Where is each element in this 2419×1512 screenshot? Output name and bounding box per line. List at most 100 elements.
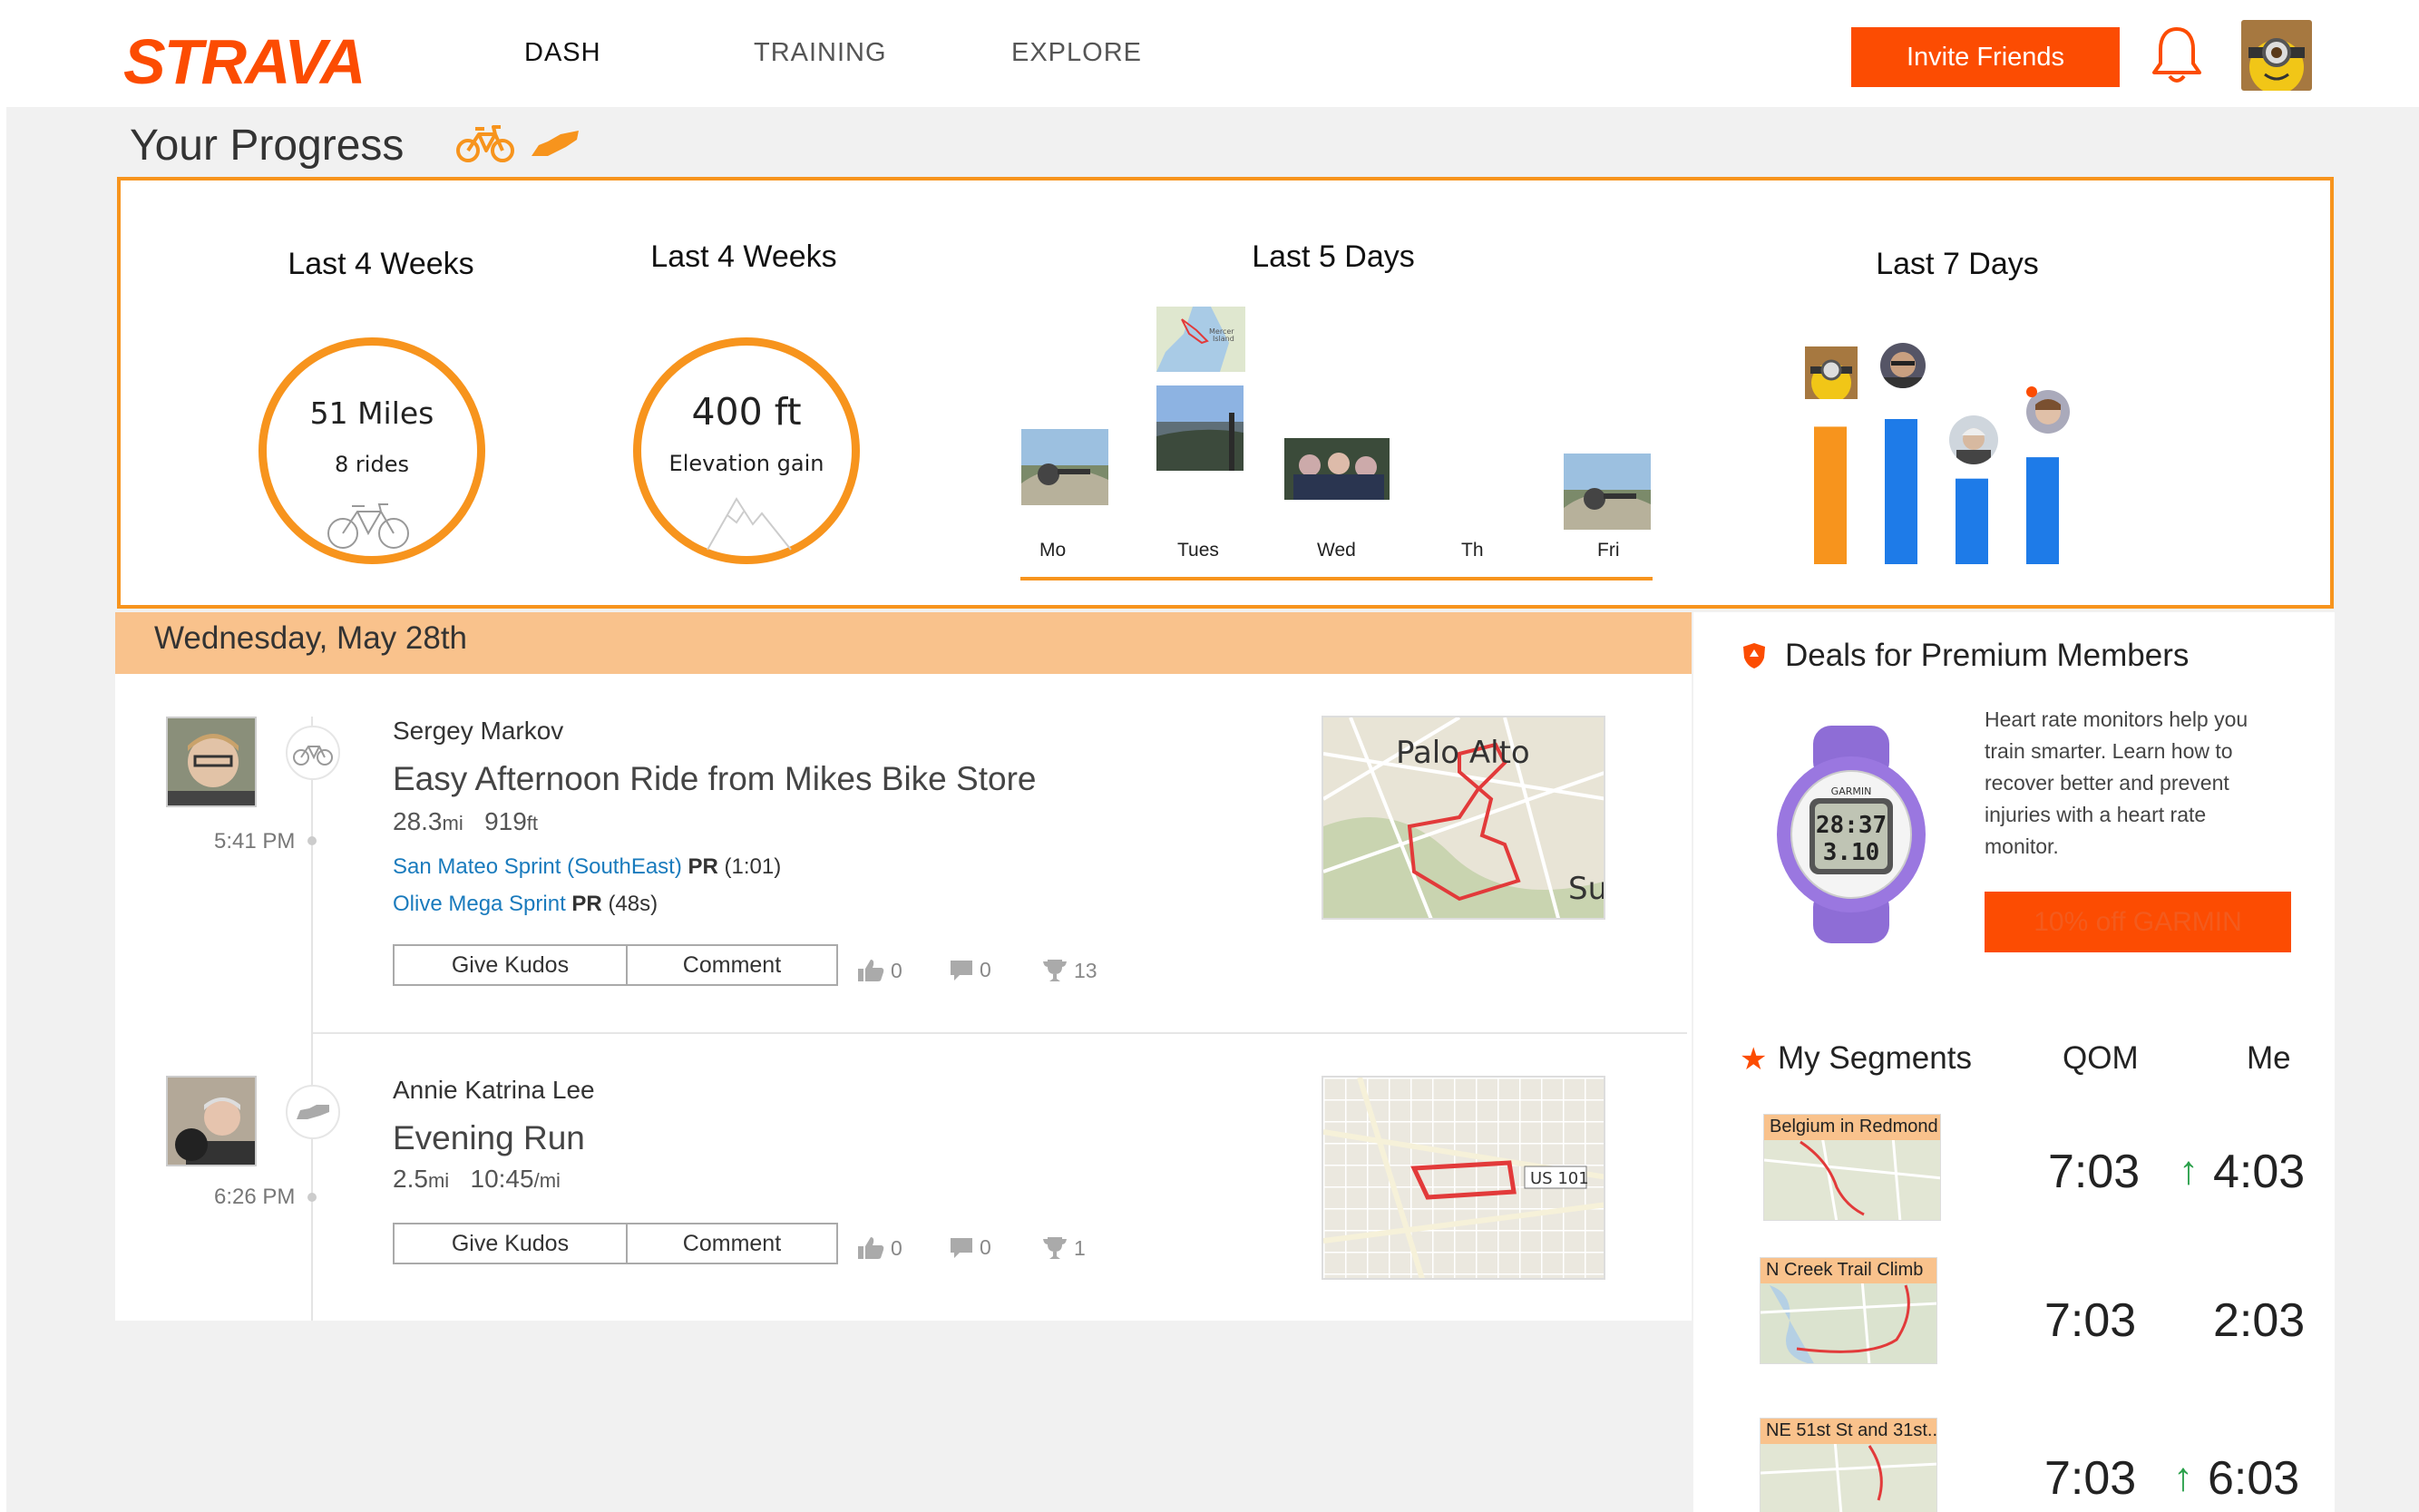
- map-label: Palo Alto: [1396, 735, 1530, 771]
- athlete-name[interactable]: Sergey Markov: [393, 717, 563, 746]
- days-axis: [1020, 577, 1653, 580]
- day-label: Wed: [1317, 540, 1356, 561]
- nav-explore[interactable]: EXPLORE: [1011, 38, 1142, 68]
- friend-avatar[interactable]: [1805, 346, 1858, 399]
- segment-my-time: 6:03: [2208, 1452, 2300, 1505]
- activity-title[interactable]: Evening Run: [393, 1119, 585, 1157]
- comment-count[interactable]: 0: [949, 958, 991, 982]
- shoe-icon: [286, 1085, 340, 1139]
- segment-qom: 7:03: [2044, 1294, 2137, 1347]
- comment-button[interactable]: Comment: [625, 1224, 836, 1263]
- kudos-count[interactable]: 0: [856, 1235, 902, 1261]
- elevation-label: Elevation gain: [668, 451, 824, 476]
- achievement-count[interactable]: 1: [1041, 1235, 1086, 1261]
- elevation-value: 400 ft: [691, 390, 802, 434]
- activity-photo-mo[interactable]: [1021, 429, 1108, 505]
- segment-achievement: Olive Mega Sprint PR (48s): [393, 892, 658, 916]
- watch-brand: GARMIN: [1831, 785, 1872, 797]
- kudos-count[interactable]: 0: [856, 958, 902, 983]
- arrow-up-icon: ↑: [2179, 1148, 2199, 1193]
- day-label: Tues: [1177, 540, 1219, 561]
- bell-icon[interactable]: [2150, 24, 2204, 87]
- bike-icon[interactable]: [455, 122, 515, 167]
- arrow-up-icon: ↑: [2173, 1455, 2193, 1499]
- strava-logo[interactable]: STRAVA: [123, 25, 366, 98]
- garmin-watch-image[interactable]: GARMIN 28:37 3.10: [1770, 726, 1933, 943]
- comment-button[interactable]: Comment: [625, 946, 836, 984]
- segment-map[interactable]: NE 51st St and 31st...: [1760, 1418, 1937, 1512]
- segments-title: My Segments: [1778, 1040, 1972, 1076]
- friend-bar[interactable]: [1956, 478, 1988, 564]
- comment-icon: [951, 1237, 972, 1258]
- timeline-line: [311, 717, 313, 1321]
- map-label: Su: [1568, 871, 1605, 907]
- friend-bar[interactable]: [1814, 426, 1847, 564]
- page-title: Your Progress: [130, 122, 405, 170]
- achievement-count[interactable]: 13: [1041, 958, 1097, 983]
- friend-bar[interactable]: [1885, 419, 1917, 564]
- timeline-dot: [307, 836, 317, 845]
- garmin-deal-button[interactable]: 10% off GARMIN: [1985, 892, 2291, 952]
- left-margin: [0, 107, 6, 1512]
- comment-icon: [951, 960, 972, 980]
- friends-title: Last 7 Days: [1876, 247, 2039, 281]
- thumbs-up-icon: [858, 1237, 884, 1259]
- activity-actions: Give Kudos Comment: [393, 944, 838, 986]
- invite-friends-button[interactable]: Invite Friends: [1851, 27, 2120, 87]
- segment-name: N Creek Trail Climb: [1761, 1258, 1936, 1283]
- segment-map[interactable]: N Creek Trail Climb: [1760, 1257, 1937, 1364]
- distance-period-title: Last 4 Weeks: [288, 247, 474, 281]
- elevation-period-title: Last 4 Weeks: [650, 239, 837, 274]
- bike-icon: [325, 501, 412, 556]
- trophy-icon: [1043, 1237, 1067, 1259]
- nav-training[interactable]: TRAINING: [754, 38, 887, 68]
- days-title: Last 5 Days: [1252, 239, 1415, 274]
- athlete-avatar[interactable]: [166, 1076, 257, 1166]
- segment-link[interactable]: Olive Mega Sprint: [393, 892, 566, 916]
- friend-bar[interactable]: [2026, 457, 2059, 564]
- activity-time: 5:41 PM: [214, 829, 296, 854]
- segment-achievement: San Mateo Sprint (SouthEast) PR (1:01): [393, 854, 782, 879]
- give-kudos-button[interactable]: Give Kudos: [395, 946, 626, 984]
- activity-photo-fri[interactable]: [1564, 454, 1651, 530]
- svg-text:Island: Island: [1213, 335, 1234, 343]
- segment-name: Belgium in Redmond: [1764, 1115, 1940, 1140]
- star-icon: ★: [1740, 1042, 1768, 1077]
- trophy-icon: [1043, 960, 1067, 981]
- activity-title[interactable]: Easy Afternoon Ride from Mikes Bike Stor…: [393, 760, 1036, 798]
- friend-avatar[interactable]: [1880, 343, 1926, 388]
- friend-avatar[interactable]: [1949, 415, 1998, 464]
- activity-map[interactable]: Palo Alto Su: [1322, 716, 1605, 920]
- timeline-dot: [307, 1193, 317, 1202]
- activity-stats: 28.3mi 919ft: [393, 807, 539, 835]
- activity-map-tues[interactable]: Mercer Island: [1156, 307, 1245, 372]
- day-label: Mo: [1039, 540, 1067, 561]
- avatar[interactable]: [2241, 20, 2312, 91]
- premium-shield-icon: [1741, 641, 1767, 670]
- segment-qom: 7:03: [2048, 1146, 2141, 1198]
- mountain-icon: [706, 488, 793, 556]
- day-label: Th: [1461, 540, 1484, 561]
- segment-link[interactable]: San Mateo Sprint (SouthEast): [393, 854, 682, 879]
- deals-title: Deals for Premium Members: [1785, 638, 2190, 673]
- give-kudos-button[interactable]: Give Kudos: [395, 1224, 626, 1263]
- feed-divider: [313, 1032, 1687, 1034]
- athlete-name[interactable]: Annie Katrina Lee: [393, 1076, 595, 1105]
- segment-map[interactable]: Belgium in Redmond: [1763, 1114, 1941, 1221]
- segment-my-time: 4:03: [2213, 1146, 2306, 1198]
- activity-photo-wed[interactable]: [1284, 438, 1390, 500]
- rides-count: 8 rides: [335, 452, 409, 477]
- map-label: US 101: [1530, 1169, 1589, 1188]
- athlete-avatar[interactable]: [166, 717, 257, 807]
- distance-value: 51 Miles: [309, 395, 434, 431]
- segment-name: NE 51st St and 31st...: [1761, 1419, 1936, 1444]
- shoe-icon[interactable]: [530, 129, 580, 161]
- activity-stats: 2.5mi 10:45/mi: [393, 1165, 561, 1193]
- watch-time: 28:37: [1816, 812, 1887, 839]
- activity-map[interactable]: US 101: [1322, 1076, 1605, 1280]
- qom-header: QOM: [2063, 1040, 2139, 1076]
- activity-photo-tues[interactable]: [1156, 385, 1244, 471]
- activity-time: 6:26 PM: [214, 1185, 296, 1209]
- comment-count[interactable]: 0: [949, 1235, 991, 1260]
- nav-dash[interactable]: DASH: [524, 38, 601, 68]
